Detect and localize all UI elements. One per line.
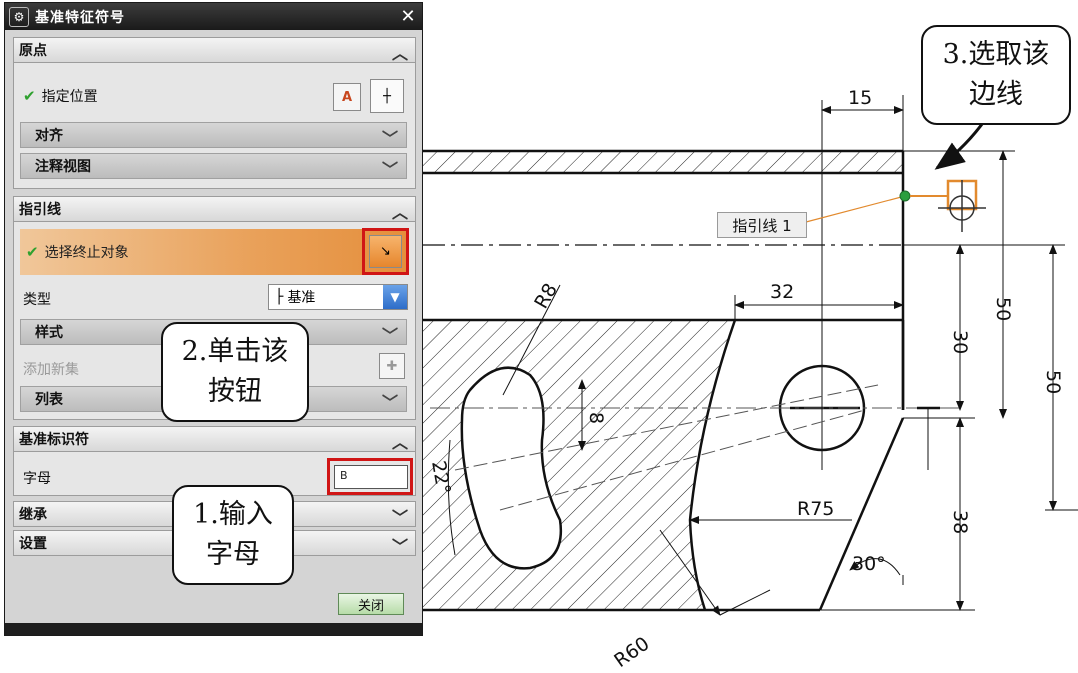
callout-step-3-line-2: 边线: [969, 79, 1023, 110]
chevron-down-icon: ﹀: [381, 393, 398, 412]
letter-label: 字母: [23, 471, 51, 487]
leader-line: [805, 195, 906, 223]
chevron-down-icon: ﹀: [381, 160, 398, 179]
callout-step-1-line-1: 1.输入: [193, 499, 273, 530]
close-button[interactable]: 关闭: [338, 593, 404, 615]
chevron-down-icon[interactable]: ﹀: [392, 504, 408, 528]
type-select[interactable]: ├ 基准 ▼: [268, 284, 408, 310]
section-datum-identifier-label: 基准标识符: [19, 432, 89, 448]
callout-step-1-line-2: 字母: [206, 539, 260, 570]
datum-type-icon: ├: [275, 289, 284, 305]
chevron-up-icon[interactable]: ︿: [392, 199, 408, 223]
chevron-down-icon[interactable]: ﹀: [392, 533, 408, 557]
close-icon[interactable]: ✕: [397, 6, 419, 28]
top-hatch-strip: [423, 151, 903, 173]
text-origin-button[interactable]: A: [333, 83, 361, 111]
leader-label[interactable]: 指引线 1: [717, 212, 807, 238]
dialog-title: 基准特征符号: [35, 9, 125, 26]
select-terminating-label: 选择终止对象: [44, 245, 129, 261]
chevron-down-icon: ﹀: [381, 129, 398, 148]
add-new-set-label: 添加新集: [23, 362, 79, 378]
select-object-button[interactable]: ↘: [369, 235, 402, 268]
callout-step-1: 1.输入 字母: [172, 485, 294, 585]
chevron-down-icon: ﹀: [381, 326, 398, 345]
callout-step-2: 2.单击该 按钮: [161, 322, 309, 422]
dim-50-inner: 50: [992, 297, 1014, 321]
callout-step-3: 3.选取该 边线: [921, 25, 1071, 125]
dim-32: 32: [770, 281, 794, 303]
check-icon: ✔: [23, 87, 36, 105]
type-label: 类型: [23, 292, 51, 308]
dialog-titlebar[interactable]: ⚙ 基准特征符号 ✕: [5, 3, 422, 30]
chevron-up-icon[interactable]: ︿: [392, 429, 408, 453]
dim-50-outer: 50: [1042, 370, 1064, 394]
section-leader-label: 指引线: [19, 202, 61, 218]
check-icon: ✔: [26, 243, 39, 261]
dialog-footer-bar: [5, 623, 422, 635]
dim-r75: R75: [797, 498, 834, 520]
dim-15: 15: [848, 87, 872, 109]
callout-step-2-line-1: 2.单击该: [181, 336, 289, 367]
dim-38: 38: [949, 510, 971, 534]
letter-input[interactable]: B: [334, 465, 408, 489]
add-new-set-button[interactable]: ✚: [379, 353, 405, 379]
dim-8: 8: [585, 412, 607, 424]
section-origin[interactable]: 原点 ︿: [13, 37, 416, 63]
section-settings-label: 设置: [19, 536, 47, 552]
section-datum-identifier[interactable]: 基准标识符 ︿: [13, 426, 416, 452]
section-inherit-label: 继承: [19, 507, 47, 523]
annotation-view-label: 注释视图: [35, 159, 91, 175]
gear-icon: ⚙: [9, 6, 29, 27]
dim-angle-30: 30°: [852, 553, 886, 575]
align-label: 对齐: [35, 128, 63, 144]
type-value: 基准: [287, 290, 316, 306]
dim-30: 30: [949, 330, 971, 354]
section-origin-label: 原点: [19, 43, 47, 59]
point-dialog-button[interactable]: ┼: [370, 79, 404, 113]
specify-location-label: 指定位置: [41, 89, 98, 105]
align-dropdown[interactable]: 对齐 ﹀: [20, 122, 407, 148]
annotation-view-dropdown[interactable]: 注释视图 ﹀: [20, 153, 407, 179]
style-label: 样式: [35, 325, 63, 341]
specify-location-row[interactable]: ✔ 指定位置: [23, 86, 98, 106]
dim-r8: R8: [530, 280, 562, 313]
chevron-up-icon[interactable]: ︿: [392, 40, 408, 64]
dim-r60: R60: [610, 633, 653, 672]
list-label: 列表: [35, 392, 63, 408]
leader-end-dot: [899, 190, 911, 202]
section-leader[interactable]: 指引线 ︿: [13, 196, 416, 222]
callout-3-arrow: [934, 119, 987, 170]
callout-step-3-line-1: 3.选取该: [942, 39, 1050, 70]
select-terminating-object-row[interactable]: ✔ 选择终止对象: [20, 229, 407, 275]
callout-step-2-line-2: 按钮: [208, 376, 262, 407]
dropdown-arrow-icon[interactable]: ▼: [383, 285, 407, 309]
